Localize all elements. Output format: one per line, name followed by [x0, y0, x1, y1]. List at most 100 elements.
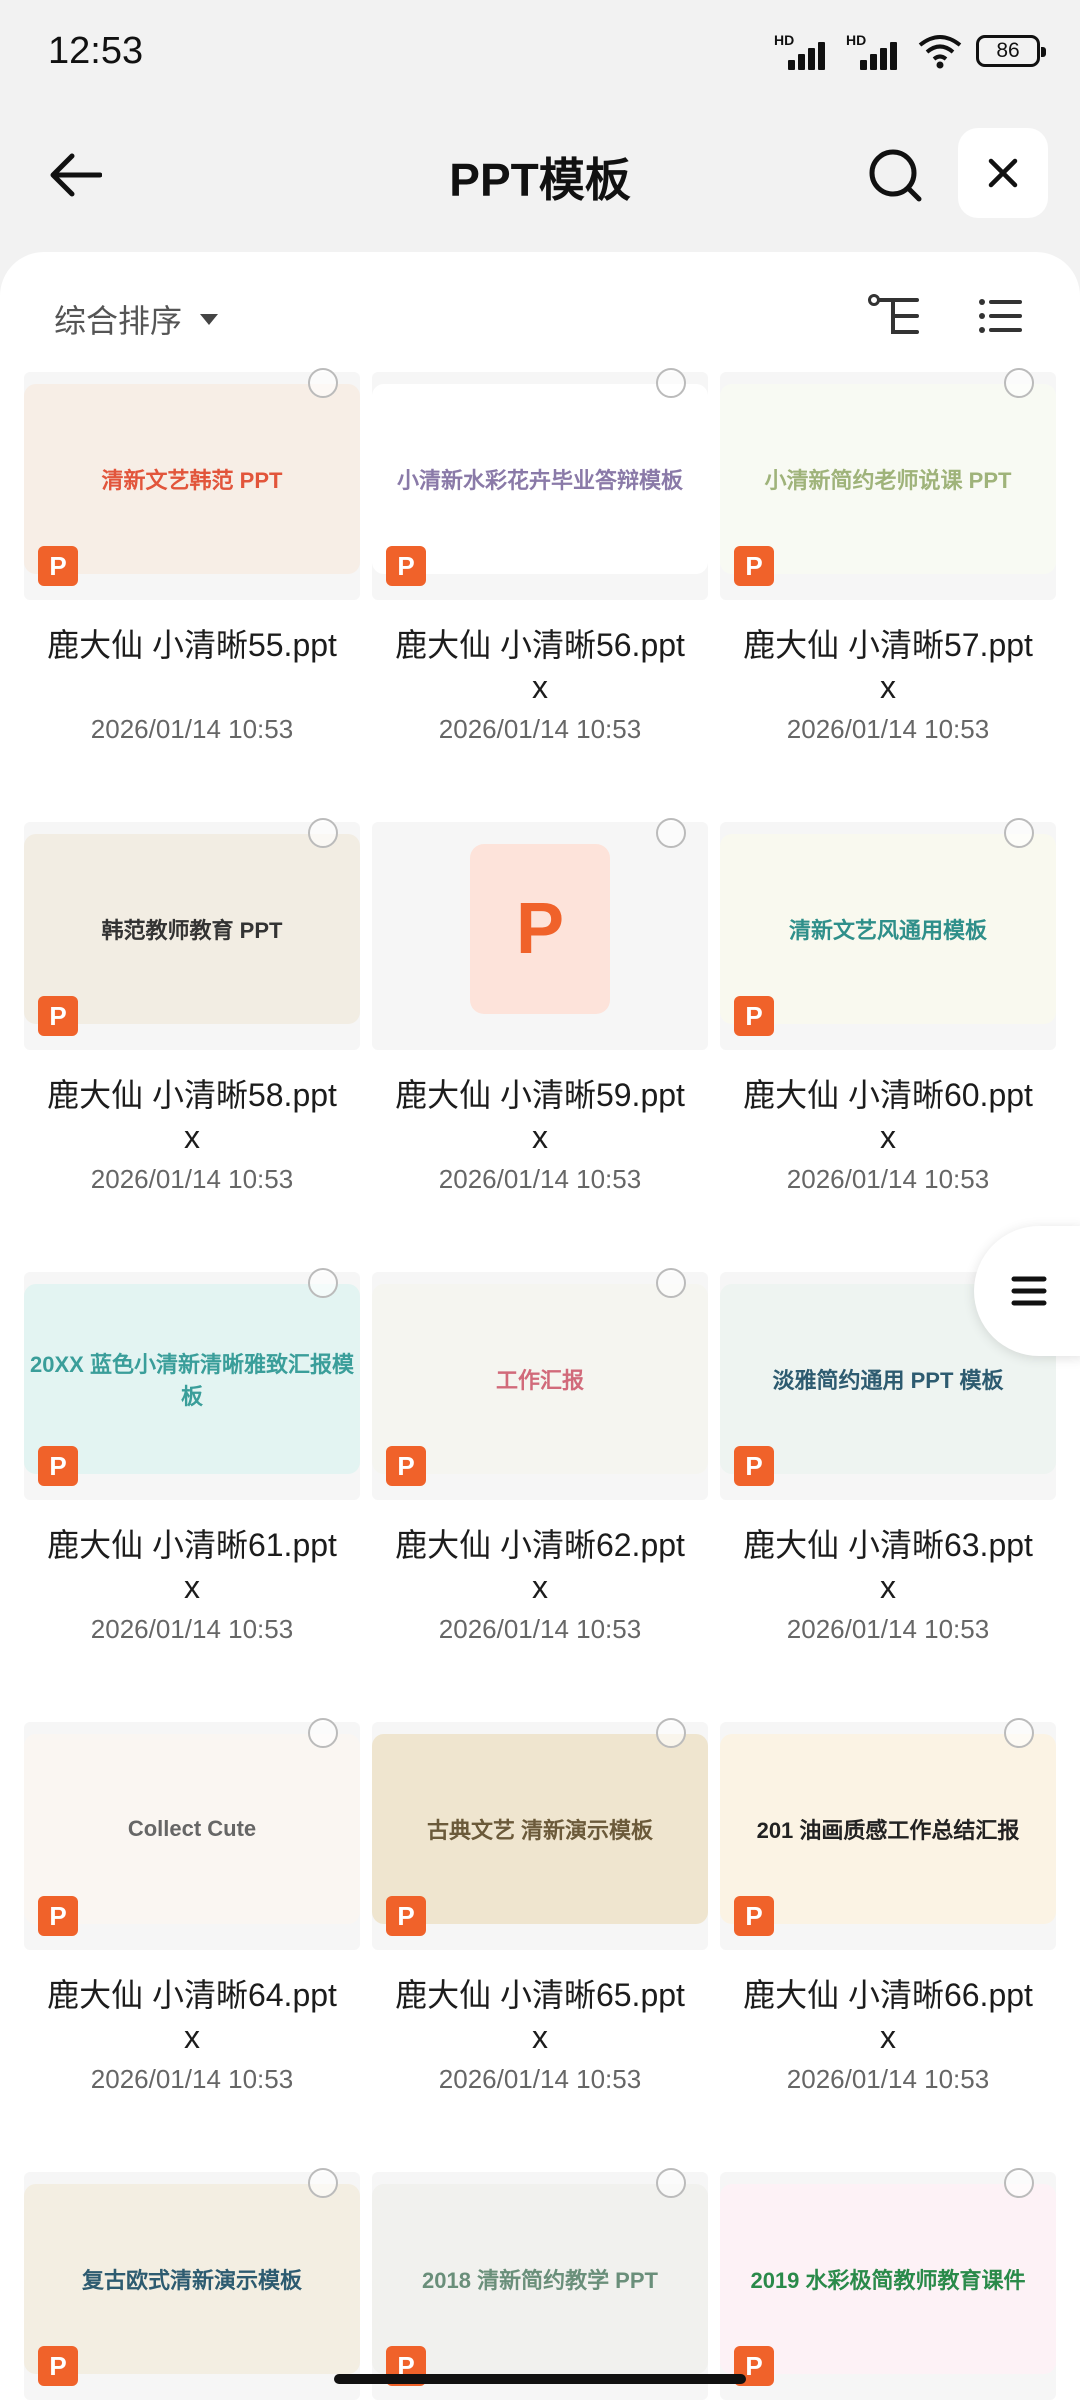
- thumbnail-frame: 2018 清新简约教学 PPT P: [372, 2168, 708, 2400]
- file-name: 鹿大仙 小清晰65.pptx: [395, 1977, 685, 2055]
- select-checkbox[interactable]: [656, 818, 686, 848]
- file-name: 鹿大仙 小清晰57.pptx: [743, 627, 1033, 705]
- select-checkbox[interactable]: [656, 1718, 686, 1748]
- thumbnail-title: 古典文艺 清新演示模板: [426, 1818, 654, 1843]
- ppt-placeholder-icon: P: [470, 844, 610, 1014]
- ppt-file-icon: P: [386, 1446, 426, 1486]
- thumbnail-title: 2018 清新简约教学 PPT: [422, 2268, 658, 2293]
- wifi-icon: [918, 35, 962, 69]
- file-date: 2026/01/14 10:53: [90, 1164, 294, 1194]
- thumbnail-title: 清新文艺韩范 PPT: [101, 468, 283, 493]
- thumbnail-title: 20XX 蓝色小清新清晰雅致汇报模板: [30, 1352, 354, 1409]
- thumbnail-title: 韩范教师教育 PPT: [101, 918, 283, 943]
- thumbnail-title: 清新文艺风通用模板: [788, 918, 987, 943]
- file-name: 鹿大仙 小清晰63.pptx: [743, 1527, 1033, 1605]
- menu-icon: [1011, 1276, 1047, 1306]
- ppt-file-icon: P: [734, 546, 774, 586]
- select-checkbox[interactable]: [308, 2168, 338, 2198]
- select-checkbox[interactable]: [1004, 368, 1034, 398]
- file-name: 鹿大仙 小清晰58.pptx: [47, 1077, 337, 1155]
- file-name: 鹿大仙 小清晰55.ppt: [47, 627, 337, 663]
- select-checkbox[interactable]: [308, 1718, 338, 1748]
- select-checkbox[interactable]: [308, 1268, 338, 1298]
- file-date: 2026/01/14 10:53: [438, 714, 642, 744]
- battery-icon: 86: [976, 35, 1046, 67]
- file-name: 鹿大仙 小清晰66.pptx: [743, 1977, 1033, 2055]
- select-checkbox[interactable]: [1004, 1718, 1034, 1748]
- ppt-file-icon: P: [38, 1896, 78, 1936]
- status-time: 12:53: [48, 30, 144, 72]
- file-name: 鹿大仙 小清晰64.pptx: [47, 1977, 337, 2055]
- thumbnail-frame: P: [372, 818, 708, 1050]
- select-checkbox[interactable]: [1004, 818, 1034, 848]
- ppt-file-icon: P: [734, 1446, 774, 1486]
- file-name: 鹿大仙 小清晰60.pptx: [743, 1077, 1033, 1155]
- file-date: 2026/01/14 10:53: [90, 714, 294, 744]
- thumbnail-title: 工作汇报: [495, 1368, 584, 1393]
- ppt-file-icon: P: [38, 2346, 78, 2386]
- file-name: 鹿大仙 小清晰62.pptx: [395, 1527, 685, 1605]
- thumbnail-frame: 小清新水彩花卉毕业答辩模板 P: [372, 368, 708, 600]
- ppt-file-icon: P: [38, 996, 78, 1036]
- file-panel: 综合排序 清新文艺韩范 PPT P 鹿大仙 小清晰55.ppt 2026/01/14 …: [0, 252, 1080, 2401]
- select-checkbox[interactable]: [1004, 2168, 1034, 2198]
- ppt-file-icon: P: [386, 546, 426, 586]
- file-name: 鹿大仙 小清晰61.pptx: [47, 1527, 337, 1605]
- close-button[interactable]: [958, 128, 1048, 218]
- ppt-file-icon: P: [734, 1896, 774, 1936]
- select-checkbox[interactable]: [656, 368, 686, 398]
- sort-bar: 综合排序: [0, 282, 1080, 352]
- file-name: 鹿大仙 小清晰56.pptx: [395, 627, 685, 705]
- file-date: 2026/01/14 10:53: [438, 1614, 642, 1644]
- home-indicator[interactable]: [334, 2374, 746, 2384]
- tree-view-button[interactable]: [862, 286, 926, 346]
- search-button[interactable]: [860, 140, 930, 210]
- thumbnail-title: Collect Cute: [127, 1816, 257, 1841]
- select-checkbox[interactable]: [656, 1268, 686, 1298]
- list-view-button[interactable]: [968, 286, 1032, 346]
- file-date: 2026/01/14 10:53: [438, 2064, 642, 2094]
- sort-label: 综合排序: [54, 303, 183, 339]
- thumbnail-title: 小清新简约老师说课 PPT: [764, 468, 1012, 493]
- signal-icon: HD: [774, 32, 832, 70]
- thumbnail-frame: 20XX 蓝色小清新清晰雅致汇报模板 P: [24, 1268, 360, 1500]
- file-name: 鹿大仙 小清晰59.pptx: [395, 1077, 685, 1155]
- search-icon: [869, 149, 922, 202]
- thumbnail-title: 小清新水彩花卉毕业答辩模板: [396, 468, 683, 493]
- thumbnail-frame: 2019 水彩极简教师教育课件 P: [720, 2168, 1056, 2400]
- status-icons: HD HD 86: [774, 32, 1046, 70]
- file-date: 2026/01/14 10:53: [786, 2064, 990, 2094]
- ppt-file-icon: P: [386, 1896, 426, 1936]
- thumbnail-frame: 清新文艺风通用模板 P: [720, 818, 1056, 1050]
- ppt-file-icon: P: [734, 996, 774, 1036]
- thumbnail-title: 淡雅简约通用 PPT 模板: [772, 1368, 1004, 1393]
- status-bar: 12:53 HD HD 86: [0, 0, 1080, 105]
- thumbnail-title: 复古欧式清新演示模板: [81, 2268, 302, 2293]
- file-date: 2026/01/14 10:53: [786, 1614, 990, 1644]
- thumbnail-frame: 小清新简约老师说课 PPT P: [720, 368, 1056, 600]
- sort-dropdown[interactable]: 综合排序: [54, 296, 219, 342]
- file-date: 2026/01/14 10:53: [90, 2064, 294, 2094]
- ppt-file-icon: P: [38, 1446, 78, 1486]
- thumbnail-frame: Collect Cute P: [24, 1718, 360, 1950]
- signal-icon-2: HD: [846, 32, 904, 70]
- thumbnail-frame: 清新文艺韩范 PPT P: [24, 368, 360, 600]
- select-checkbox[interactable]: [308, 368, 338, 398]
- list-view-icon: [979, 299, 1022, 333]
- ppt-file-icon: P: [38, 546, 78, 586]
- file-date: 2026/01/14 10:53: [90, 1614, 294, 1644]
- file-thumbnail: P: [372, 834, 708, 1024]
- thumbnail-frame: 古典文艺 清新演示模板 P: [372, 1718, 708, 1950]
- tree-view-icon: [868, 294, 919, 334]
- thumbnail-frame: 韩范教师教育 PPT P: [24, 818, 360, 1050]
- file-date: 2026/01/14 10:53: [786, 714, 990, 744]
- thumbnail-title: 201 油画质感工作总结汇报: [756, 1818, 1020, 1843]
- select-checkbox[interactable]: [308, 818, 338, 848]
- thumbnail-frame: 201 油画质感工作总结汇报 P: [720, 1718, 1056, 1950]
- header: PPT模板: [0, 120, 1080, 230]
- thumbnail-frame: 工作汇报 P: [372, 1268, 708, 1500]
- select-checkbox[interactable]: [656, 2168, 686, 2198]
- file-date: 2026/01/14 10:53: [438, 1164, 642, 1194]
- file-date: 2026/01/14 10:53: [786, 1164, 990, 1194]
- caret-down-icon: [200, 313, 219, 325]
